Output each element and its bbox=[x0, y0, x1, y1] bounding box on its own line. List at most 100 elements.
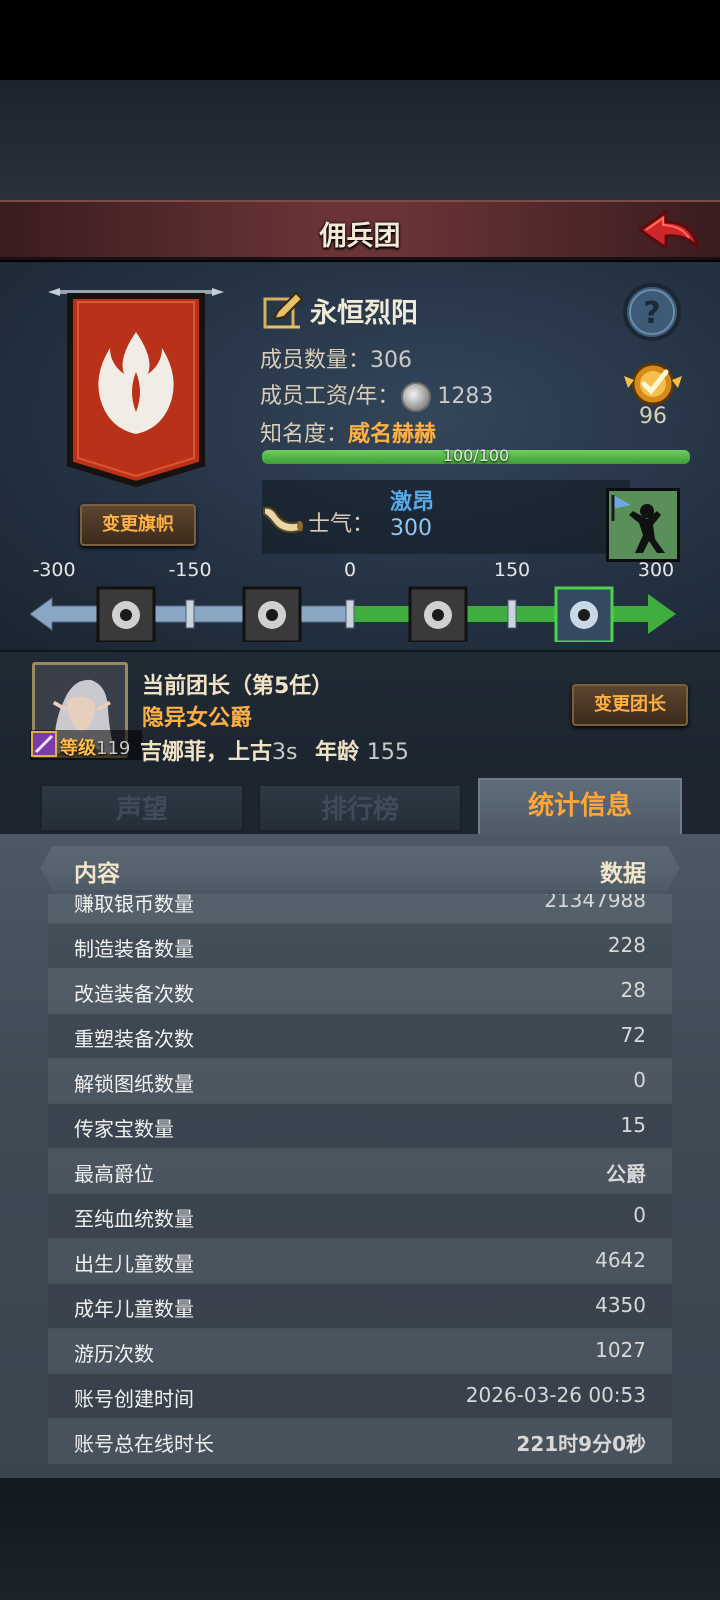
column-data: 数据 bbox=[600, 861, 646, 887]
members-value: 306 bbox=[370, 348, 413, 373]
leader-level: 等级119 bbox=[60, 738, 131, 759]
wage-value: 1283 bbox=[437, 384, 494, 409]
back-arrow-icon[interactable] bbox=[636, 208, 702, 256]
row-label: 赚取银币数量 bbox=[74, 894, 194, 916]
status-bar bbox=[0, 0, 720, 80]
wage-stat: 成员工资/年： 1283 bbox=[260, 378, 493, 412]
guild-name-row: 永恒烈阳 bbox=[262, 290, 418, 330]
row-value: 0 bbox=[633, 1203, 646, 1227]
table-row: 重塑装备次数 72 bbox=[48, 1013, 672, 1059]
silver-coin-icon bbox=[401, 382, 432, 412]
table-rows[interactable]: 赚取银币数量 21347988 制造装备数量 228 改造装备次数 28 重塑装备次数 72 解… bbox=[0, 894, 720, 1474]
table-row: 最高爵位 公爵 bbox=[48, 1148, 672, 1194]
edit-name-icon[interactable] bbox=[262, 289, 304, 331]
morale-scale-label: -300 bbox=[32, 562, 75, 581]
morale-scale: -300 -150 0 150 300 bbox=[30, 562, 676, 642]
table-row: 成年儿童数量 4350 bbox=[48, 1283, 672, 1329]
row-value: 0 bbox=[633, 1068, 646, 1092]
fame-progress-text: 100/100 bbox=[442, 446, 510, 465]
table-row: 解锁图纸数量 0 bbox=[48, 1058, 672, 1104]
row-label: 制造装备数量 bbox=[74, 937, 194, 961]
morale-scale-label: 300 bbox=[638, 562, 674, 581]
battle-cry-icon[interactable] bbox=[554, 586, 614, 642]
table-row: 游历次数 1027 bbox=[48, 1328, 672, 1374]
leader-panel: 等级119 当前团长（第5任） 隐异女公爵 吉娜菲，上古3s 年龄 155 变更… bbox=[0, 652, 720, 774]
morale-scale-label: 150 bbox=[494, 562, 530, 581]
fame-stat: 知名度：威名赫赫 bbox=[260, 422, 437, 447]
page-title: 佣兵团 bbox=[319, 221, 401, 252]
row-label: 最高爵位 bbox=[74, 1162, 154, 1186]
row-value: 21347988 bbox=[544, 894, 646, 912]
row-value: 228 bbox=[607, 933, 646, 957]
fame-title: 威名赫赫 bbox=[348, 422, 437, 447]
row-value: 1027 bbox=[595, 1338, 646, 1362]
row-label: 游历次数 bbox=[74, 1342, 154, 1366]
row-label: 传家宝数量 bbox=[74, 1117, 174, 1141]
table-row: 制造装备数量 228 bbox=[48, 923, 672, 969]
help-icon[interactable]: ? bbox=[622, 282, 682, 342]
change-banner-button[interactable]: 变更旗帜 bbox=[80, 504, 196, 546]
table-row: 传家宝数量 15 bbox=[48, 1103, 672, 1149]
morale-state: 激昂 bbox=[390, 490, 435, 515]
members-stat: 成员数量：306 bbox=[260, 348, 413, 373]
bottom-backdrop bbox=[0, 1478, 720, 1600]
despair-icon[interactable] bbox=[242, 586, 302, 642]
title-bar: 佣兵团 bbox=[0, 200, 720, 260]
change-leader-button[interactable]: 变更团长 bbox=[572, 684, 688, 726]
morale-value: 300 bbox=[390, 516, 432, 541]
row-label: 账号总在线时长 bbox=[74, 1432, 214, 1456]
morale-scale-tick bbox=[507, 599, 517, 629]
table-header: 内容 数据 bbox=[40, 846, 680, 890]
rank-value: 96 bbox=[639, 404, 667, 429]
row-label: 出生儿童数量 bbox=[74, 1252, 194, 1276]
age-label: 年龄 bbox=[315, 740, 360, 765]
morale-scale-tick bbox=[345, 599, 355, 629]
tab-bar: 声望 排行榜 统计信息 bbox=[0, 774, 720, 836]
morale-scale-tick bbox=[185, 599, 195, 629]
row-label: 解锁图纸数量 bbox=[74, 1072, 194, 1096]
age-value: 155 bbox=[366, 740, 409, 765]
svg-text:?: ? bbox=[643, 296, 660, 331]
leader-info: 吉娜菲，上古3s 年龄 155 bbox=[140, 734, 409, 766]
row-label: 账号创建时间 bbox=[74, 1387, 194, 1411]
leader-title: 当前团长（第5任） bbox=[142, 674, 334, 699]
guild-header-panel: 变更旗帜 永恒烈阳 ? 成员数量：306 成员工资/年： 1283 知名度：威名赫… bbox=[0, 262, 720, 652]
row-value: 2026-03-26 00:53 bbox=[465, 1383, 646, 1407]
guild-name: 永恒烈阳 bbox=[310, 297, 418, 329]
statistics-table: 内容 数据 赚取银币数量 21347988 制造装备数量 228 改造装备次数 28 重塑装… bbox=[0, 834, 720, 1478]
row-label: 至纯血统数量 bbox=[74, 1207, 194, 1231]
rallying-flag-icon[interactable] bbox=[606, 488, 680, 562]
row-value: 28 bbox=[620, 978, 646, 1002]
rank-badge-icon[interactable] bbox=[620, 358, 686, 410]
row-label: 重塑装备次数 bbox=[74, 1027, 194, 1051]
row-label: 成年儿童数量 bbox=[74, 1297, 194, 1321]
war-horn-icon bbox=[263, 506, 304, 533]
leader-name: 吉娜菲，上古 bbox=[140, 740, 273, 765]
leader-period: 3s bbox=[272, 740, 298, 765]
row-value: 4350 bbox=[595, 1293, 646, 1317]
top-backdrop bbox=[0, 80, 720, 200]
morale-scale-label: 0 bbox=[344, 562, 356, 581]
row-value: 公爵 bbox=[606, 1162, 646, 1186]
evil-eye-icon[interactable] bbox=[96, 586, 156, 642]
leader-rank: 隐异女公爵 bbox=[142, 706, 253, 731]
row-value: 15 bbox=[620, 1113, 646, 1137]
table-row: 至纯血统数量 0 bbox=[48, 1193, 672, 1239]
table-row: 账号总在线时长 221时9分0秒 bbox=[48, 1418, 672, 1464]
row-value: 221时9分0秒 bbox=[516, 1432, 646, 1456]
table-row: 出生儿童数量 4642 bbox=[48, 1238, 672, 1284]
table-row: 赚取银币数量 21347988 bbox=[48, 894, 672, 924]
tab-reputation[interactable]: 声望 bbox=[40, 784, 244, 832]
morale-label: 士气： bbox=[308, 512, 375, 537]
row-value: 72 bbox=[620, 1023, 646, 1047]
row-value: 4642 bbox=[595, 1248, 646, 1272]
table-row: 账号创建时间 2026-03-26 00:53 bbox=[48, 1373, 672, 1419]
morale-scale-label: -150 bbox=[168, 562, 211, 581]
row-label: 改造装备次数 bbox=[74, 982, 194, 1006]
tab-leaderboard[interactable]: 排行榜 bbox=[258, 784, 462, 832]
column-content: 内容 bbox=[74, 861, 120, 887]
tab-statistics[interactable]: 统计信息 bbox=[478, 778, 682, 836]
calm-icon[interactable] bbox=[408, 586, 468, 642]
table-row: 改造装备次数 28 bbox=[48, 968, 672, 1014]
guild-banner-flame-icon[interactable] bbox=[48, 288, 224, 488]
